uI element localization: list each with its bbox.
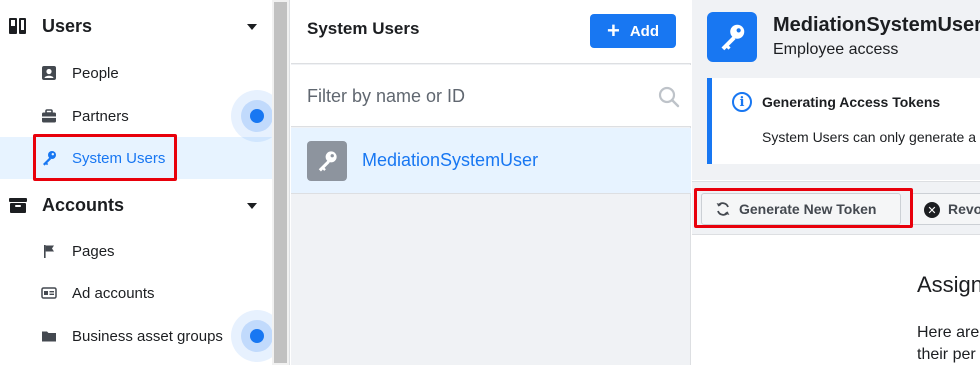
folder-icon	[41, 328, 57, 344]
info-banner-title: Generating Access Tokens	[762, 94, 941, 110]
chevron-down-icon[interactable]	[247, 203, 257, 209]
list-item-name: MediationSystemUser	[362, 150, 539, 170]
info-banner: i Generating Access Tokens System Users …	[707, 78, 980, 164]
users-icon	[8, 16, 28, 36]
search-icon[interactable]	[657, 85, 681, 109]
panel-title: System Users	[307, 19, 420, 38]
action-bar: Generate New Token ✕ Revo	[692, 181, 980, 235]
search-row	[291, 65, 691, 127]
chevron-down-icon[interactable]	[247, 24, 257, 30]
generate-new-token-label: Generate New Token	[739, 201, 877, 217]
sidebar-item-ad-accounts[interactable]: Ad accounts	[0, 272, 272, 314]
system-users-panel: System Users + Add MediationSystemUser	[291, 0, 691, 365]
sidebar-item-label: People	[72, 64, 119, 82]
refresh-icon	[715, 201, 731, 217]
section-description: Here are their per	[917, 322, 980, 365]
search-input[interactable]	[307, 81, 647, 111]
sidebar: Users People Partners System Users Accou…	[0, 0, 283, 365]
sidebar-item-label: System Users	[72, 149, 166, 167]
sidebar-section-label: Users	[42, 15, 93, 36]
section-description-line: Here are	[917, 324, 980, 341]
key-icon	[307, 141, 347, 181]
detail-title: MediationSystemUser	[773, 14, 980, 36]
sidebar-section-users[interactable]: Users	[0, 4, 272, 48]
sidebar-item-label: Ad accounts	[72, 284, 155, 302]
info-banner-text: System Users can only generate a	[762, 129, 976, 145]
sidebar-item-label: Partners	[72, 107, 129, 125]
close-circle-icon: ✕	[924, 202, 940, 218]
section-description-line: their per	[917, 346, 976, 363]
briefcase-icon	[41, 108, 57, 124]
sidebar-scrollbar[interactable]	[272, 0, 290, 365]
detail-panel: MediationSystemUser Employee access i Ge…	[692, 0, 980, 365]
revoke-label: Revo	[948, 201, 980, 217]
generate-new-token-button[interactable]: Generate New Token	[701, 193, 901, 225]
key-icon	[707, 12, 757, 62]
person-card-icon	[41, 65, 57, 81]
sidebar-item-label: Business asset groups	[72, 327, 223, 345]
revoke-button[interactable]: ✕ Revo	[910, 193, 980, 225]
sidebar-section-label: Accounts	[42, 194, 125, 215]
sidebar-item-pages[interactable]: Pages	[0, 230, 272, 272]
plus-icon: +	[606, 18, 620, 43]
scrollbar-thumb[interactable]	[274, 2, 287, 363]
panel-header: System Users + Add	[291, 0, 691, 64]
archive-box-icon	[8, 195, 28, 215]
detail-subtitle: Employee access	[773, 41, 899, 58]
info-icon: i	[732, 92, 752, 112]
add-button-label: Add	[629, 22, 660, 40]
sidebar-item-people[interactable]: People	[0, 52, 272, 94]
ad-card-icon	[41, 285, 57, 301]
add-button[interactable]: + Add	[590, 14, 676, 48]
flag-icon	[41, 243, 57, 259]
sidebar-section-accounts[interactable]: Accounts	[0, 183, 272, 227]
sidebar-item-system-users[interactable]: System Users	[0, 137, 272, 179]
list-item[interactable]: MediationSystemUser	[291, 128, 691, 194]
sidebar-item-label: Pages	[72, 242, 115, 260]
key-icon	[41, 150, 57, 166]
section-title: Assign	[917, 272, 980, 297]
detail-header: MediationSystemUser Employee access i Ge…	[692, 0, 980, 180]
